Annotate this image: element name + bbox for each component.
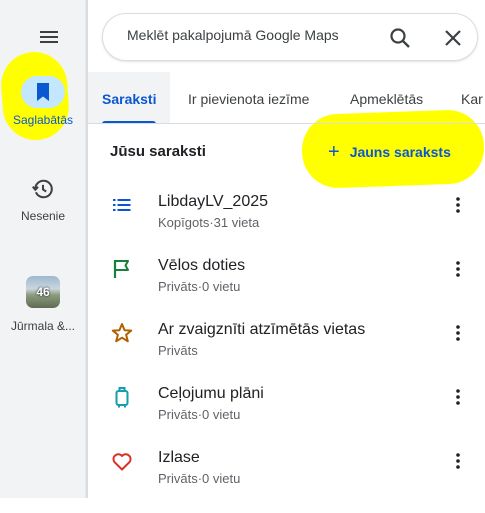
- menu-button[interactable]: [36, 26, 62, 48]
- plus-icon: +: [328, 141, 340, 163]
- close-icon: [445, 30, 461, 46]
- list-title: LibdayLV_2025: [158, 193, 269, 210]
- search-input[interactable]: [127, 27, 357, 43]
- more-vert-icon[interactable]: [448, 387, 468, 407]
- star-icon: [111, 323, 133, 343]
- tab-maps[interactable]: Kar: [461, 72, 483, 123]
- clear-button[interactable]: [443, 28, 463, 53]
- list-item[interactable]: Ceļojumu plāni Privāts·0 vietu: [88, 385, 485, 449]
- list-title: Izlase: [158, 449, 200, 466]
- list-title: Ceļojumu plāni: [158, 385, 264, 402]
- list-item[interactable]: Vēlos doties Privāts·0 vietu: [88, 257, 485, 321]
- list-item[interactable]: LibdayLV_2025 Kopīgots·31 vieta: [88, 193, 485, 257]
- flag-icon: [113, 260, 129, 278]
- photo-count: 46: [36, 285, 50, 299]
- list-icon: [113, 199, 131, 211]
- list-subtitle: Privāts·0 vietu: [158, 471, 241, 486]
- search-box: [102, 13, 478, 61]
- more-vert-icon[interactable]: [448, 195, 468, 215]
- list-subtitle: Kopīgots·31 vieta: [158, 215, 260, 230]
- list-title: Vēlos doties: [158, 257, 246, 274]
- list-subtitle: Privāts: [158, 343, 198, 358]
- bookmark-icon: [37, 83, 49, 101]
- tab-bar: Saraksti Ir pievienota iezīme Apmeklētās…: [88, 72, 485, 124]
- more-vert-icon[interactable]: [448, 323, 468, 343]
- list-item[interactable]: Ar zvaigznīti atzīmētās vietas Privāts: [88, 321, 485, 385]
- sidebar-item-saved[interactable]: Saglabātās: [0, 76, 86, 127]
- sidebar-item-label: Nesenie: [20, 209, 66, 223]
- new-list-label: Jauns saraksts: [349, 144, 451, 160]
- sidebar-item-recent[interactable]: Nesenie: [0, 178, 86, 223]
- history-icon: [32, 179, 53, 199]
- more-vert-icon[interactable]: [448, 451, 468, 471]
- heart-icon: [112, 453, 132, 471]
- place-thumbnail: 46: [26, 276, 60, 308]
- saved-pill: [21, 76, 65, 108]
- list-title: Ar zvaigznīti atzīmētās vietas: [158, 321, 366, 338]
- sidebar-item-label: Jūrmala &...: [10, 319, 76, 333]
- tab-labeled[interactable]: Ir pievienota iezīme: [188, 72, 309, 123]
- more-vert-icon[interactable]: [448, 259, 468, 279]
- luggage-icon: [115, 387, 129, 408]
- new-list-button[interactable]: + Jauns saraksts: [328, 140, 451, 164]
- sidebar-item-recent-place[interactable]: 46 Jūrmala &...: [0, 276, 86, 334]
- list-subtitle: Privāts·0 vietu: [158, 279, 241, 294]
- tab-lists[interactable]: Saraksti: [88, 72, 171, 123]
- section-title: Jūsu saraksti: [110, 143, 206, 160]
- sidebar-item-label: Saglabātās: [12, 113, 74, 127]
- search-icon: [390, 28, 410, 48]
- list-item[interactable]: Izlase Privāts·0 vietu: [88, 449, 485, 513]
- tab-visited[interactable]: Apmeklētās: [350, 72, 423, 123]
- list-subtitle: Privāts·0 vietu: [158, 407, 241, 422]
- search-button[interactable]: [389, 27, 411, 54]
- hamburger-icon: [40, 31, 58, 43]
